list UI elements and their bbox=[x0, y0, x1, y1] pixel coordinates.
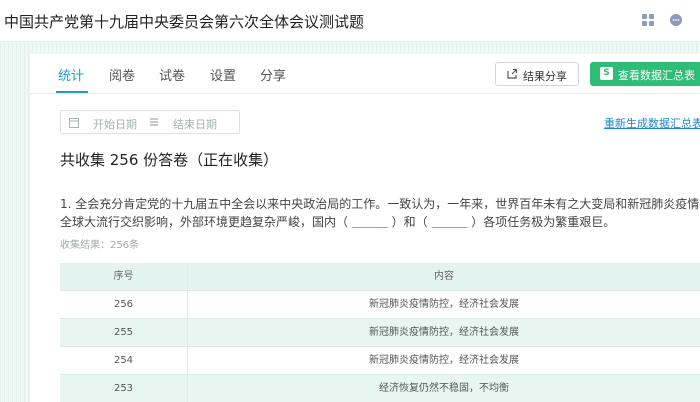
chat-bubble-icon[interactable] bbox=[669, 13, 683, 27]
answers-table: 序号 内容 256 新冠肺炎疫情防控，经济社会发展 255 新冠肺炎疫情防控，经… bbox=[60, 263, 700, 402]
header-num: 序号 bbox=[60, 263, 188, 290]
row-content: 经济恢复仍然不稳固，不均衡 bbox=[379, 383, 509, 394]
header-content: 内容 bbox=[434, 271, 454, 282]
table-row: 256 新冠肺炎疫情防控，经济社会发展 bbox=[60, 291, 700, 319]
end-date-input[interactable]: 结束日期 bbox=[173, 116, 217, 132]
top-bar: 中国共产党第十九届中央委员会第六次全体会议测试题 bbox=[0, 0, 700, 42]
tab-share[interactable]: 分享 bbox=[260, 65, 286, 84]
apps-grid-icon[interactable] bbox=[641, 13, 655, 27]
tab-statistics[interactable]: 统计 bbox=[58, 65, 84, 84]
active-tab-indicator bbox=[56, 91, 88, 93]
share-results-label: 结果分享 bbox=[523, 70, 567, 83]
survey-title: 中国共产党第十九届中央委员会第六次全体会议测试题 bbox=[4, 13, 365, 31]
table-row: 255 新冠肺炎疫情防控，经济社会发展 bbox=[60, 319, 700, 347]
calendar-icon bbox=[69, 118, 79, 128]
result-count: 收集结果：256条 bbox=[60, 240, 140, 251]
tab-paper[interactable]: 试卷 bbox=[159, 65, 185, 84]
tab-settings[interactable]: 设置 bbox=[210, 65, 236, 84]
row-content: 新冠肺炎疫情防控，经济社会发展 bbox=[369, 327, 519, 338]
row-num: 255 bbox=[60, 319, 188, 346]
date-range-picker[interactable]: 开始日期 结束日期 bbox=[60, 110, 240, 134]
view-summary-label: 查看数据汇总表 bbox=[618, 69, 695, 82]
table-row: 254 新冠肺炎疫情防控，经济社会发展 bbox=[60, 347, 700, 375]
row-num: 254 bbox=[60, 347, 188, 374]
row-content: 新冠肺炎疫情防控，经济社会发展 bbox=[369, 355, 519, 366]
question-text: 1. 全会充分肯定党的十九届五中全会以来中央政治局的工作。一致认为，一年来，世界… bbox=[60, 197, 700, 229]
start-date-input[interactable]: 开始日期 bbox=[93, 116, 137, 132]
share-results-button[interactable]: 结果分享 bbox=[495, 62, 579, 86]
tab-bar: 统计 阅卷 试卷 设置 分享 结果分享 S 查看数据汇总表 bbox=[30, 54, 700, 94]
range-separator-icon bbox=[150, 118, 158, 126]
row-num: 256 bbox=[60, 291, 188, 318]
table-header-row: 序号 内容 bbox=[60, 263, 700, 291]
row-num: 253 bbox=[60, 375, 188, 402]
row-content: 新冠肺炎疫情防控，经济社会发展 bbox=[369, 299, 519, 310]
stats-panel: 统计 阅卷 试卷 设置 分享 结果分享 S 查看数据汇总表 开始日期 结束日期 … bbox=[30, 54, 700, 402]
regenerate-summary-link[interactable]: 重新生成数据汇总表 bbox=[604, 115, 700, 131]
collected-count-heading: 共收集 256 份答卷（正在收集） bbox=[60, 151, 279, 169]
view-summary-button[interactable]: S 查看数据汇总表 bbox=[590, 62, 700, 86]
share-icon bbox=[507, 68, 518, 79]
table-row: 253 经济恢复仍然不稳固，不均衡 bbox=[60, 375, 700, 402]
spreadsheet-icon: S bbox=[600, 67, 613, 80]
tab-grading[interactable]: 阅卷 bbox=[109, 65, 135, 84]
